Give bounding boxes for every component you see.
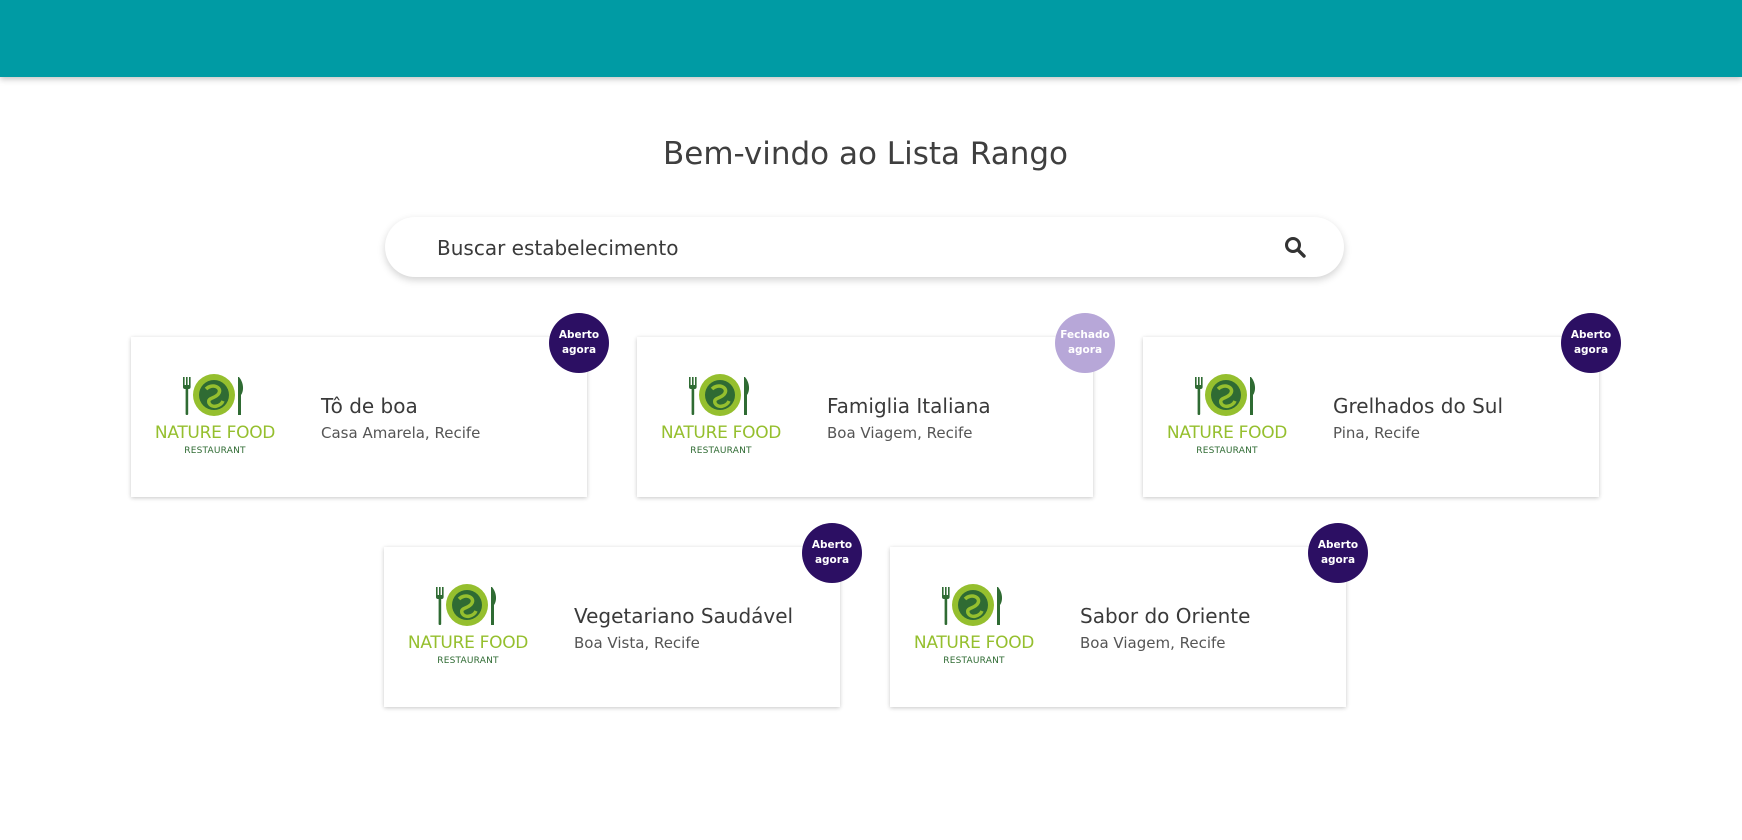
restaurant-card[interactable]: NATURE FOOD RESTAURANT Vegetariano Saudá… bbox=[384, 523, 862, 707]
plate-fork-knife-icon bbox=[942, 584, 1003, 626]
restaurant-logo: NATURE FOOD RESTAURANT bbox=[145, 373, 285, 463]
search-input[interactable] bbox=[435, 217, 1239, 279]
search-icon[interactable] bbox=[1283, 235, 1307, 259]
plate-fork-knife-icon bbox=[183, 374, 244, 416]
logo-sub-text: RESTAURANT bbox=[690, 446, 752, 456]
restaurant-location: Boa Viagem, Recife bbox=[1080, 634, 1226, 652]
top-header-bar bbox=[0, 0, 1742, 77]
status-badge: Fechado agora bbox=[1055, 313, 1115, 373]
logo-sub-text: RESTAURANT bbox=[437, 656, 499, 666]
logo-brand-text: NATURE FOOD bbox=[407, 633, 529, 653]
plate-fork-knife-icon bbox=[689, 374, 750, 416]
restaurant-logo: NATURE FOOD RESTAURANT bbox=[398, 583, 538, 673]
restaurant-name: Sabor do Oriente bbox=[1080, 604, 1251, 628]
restaurant-logo: NATURE FOOD RESTAURANT bbox=[1157, 373, 1297, 463]
restaurant-location: Pina, Recife bbox=[1333, 424, 1421, 442]
restaurant-location: Boa Vista, Recife bbox=[574, 634, 700, 652]
plate-fork-knife-icon bbox=[1195, 374, 1256, 416]
logo-brand-text: NATURE FOOD bbox=[913, 633, 1035, 653]
restaurant-name: Tô de boa bbox=[321, 394, 418, 418]
search-bar bbox=[385, 217, 1344, 279]
plate-fork-knife-icon bbox=[436, 584, 497, 626]
restaurant-card[interactable]: NATURE FOOD RESTAURANT Grelhados do Sul … bbox=[1143, 313, 1621, 497]
status-badge: Aberto agora bbox=[1561, 313, 1621, 373]
restaurant-logo: NATURE FOOD RESTAURANT bbox=[904, 583, 1044, 673]
logo-sub-text: RESTAURANT bbox=[943, 656, 1005, 666]
restaurant-name: Vegetariano Saudável bbox=[574, 604, 794, 628]
page-title: Bem-vindo ao Lista Rango bbox=[663, 136, 1068, 172]
restaurant-logo: NATURE FOOD RESTAURANT bbox=[651, 373, 791, 463]
logo-brand-text: NATURE FOOD bbox=[1166, 423, 1288, 443]
status-badge: Aberto agora bbox=[802, 523, 862, 583]
restaurant-location: Casa Amarela, Recife bbox=[321, 424, 481, 442]
restaurant-name: Grelhados do Sul bbox=[1333, 394, 1503, 418]
restaurant-card[interactable]: NATURE FOOD RESTAURANT Tô de boa Casa Am… bbox=[131, 313, 609, 497]
restaurant-card[interactable]: NATURE FOOD RESTAURANT Famiglia Italiana… bbox=[637, 313, 1115, 497]
restaurant-card[interactable]: NATURE FOOD RESTAURANT Sabor do Oriente … bbox=[890, 523, 1368, 707]
restaurant-name: Famiglia Italiana bbox=[827, 394, 991, 418]
logo-brand-text: NATURE FOOD bbox=[154, 423, 276, 443]
logo-sub-text: RESTAURANT bbox=[1196, 446, 1258, 456]
logo-sub-text: RESTAURANT bbox=[184, 446, 246, 456]
status-badge: Aberto agora bbox=[1308, 523, 1368, 583]
status-badge: Aberto agora bbox=[549, 313, 609, 373]
logo-brand-text: NATURE FOOD bbox=[660, 423, 782, 443]
restaurant-location: Boa Viagem, Recife bbox=[827, 424, 973, 442]
